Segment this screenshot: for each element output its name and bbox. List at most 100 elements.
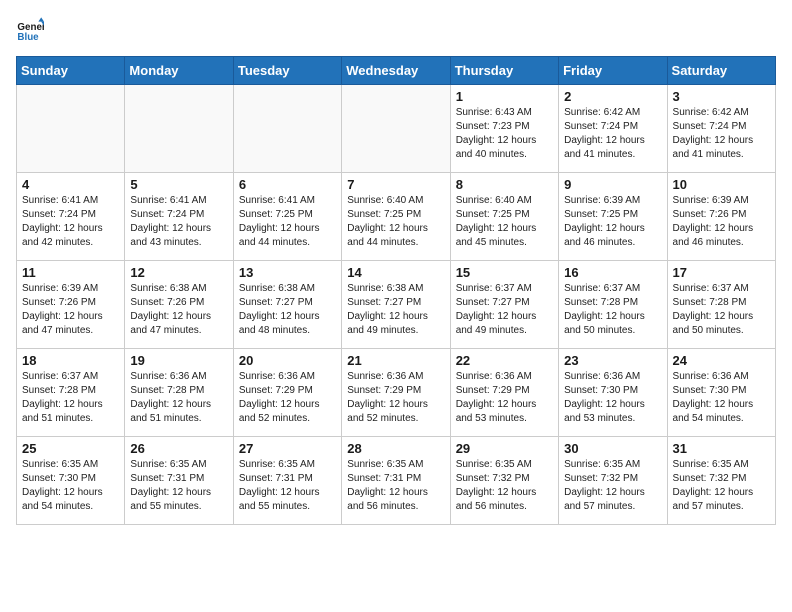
day-number: 12 bbox=[130, 265, 227, 280]
day-header-tuesday: Tuesday bbox=[233, 57, 341, 85]
calendar-cell: 25 Sunrise: 6:35 AM Sunset: 7:30 PM Dayli… bbox=[17, 437, 125, 525]
calendar-cell: 16 Sunrise: 6:37 AM Sunset: 7:28 PM Dayli… bbox=[559, 261, 667, 349]
day-number: 27 bbox=[239, 441, 336, 456]
day-number: 1 bbox=[456, 89, 553, 104]
day-number: 3 bbox=[673, 89, 770, 104]
calendar-cell: 13Sunrise: 6:38 AM Sunset: 7:27 PM Dayli… bbox=[233, 261, 341, 349]
day-info: Sunrise: 6:35 AM Sunset: 7:31 PM Dayligh… bbox=[239, 458, 336, 514]
day-number: 31 bbox=[673, 441, 770, 456]
calendar-cell: 17 Sunrise: 6:37 AM Sunset: 7:28 PM Dayli… bbox=[667, 261, 775, 349]
page-header: General Blue bbox=[16, 16, 776, 44]
logo-icon: General Blue bbox=[16, 16, 44, 44]
calendar-table: SundayMondayTuesdayWednesdayThursdayFrid… bbox=[16, 56, 776, 525]
calendar-cell: 9Sunrise: 6:39 AM Sunset: 7:25 PM Daylig… bbox=[559, 173, 667, 261]
day-info: Sunrise: 6:38 AM Sunset: 7:27 PM Dayligh… bbox=[347, 282, 444, 338]
calendar-cell: 3 Sunrise: 6:42 AM Sunset: 7:24 PM Daylig… bbox=[667, 85, 775, 173]
calendar-cell: 24Sunrise: 6:36 AM Sunset: 7:30 PM Dayli… bbox=[667, 349, 775, 437]
day-info: Sunrise: 6:35 AM Sunset: 7:32 PM Dayligh… bbox=[456, 458, 553, 514]
day-number: 11 bbox=[22, 265, 119, 280]
calendar-cell bbox=[17, 85, 125, 173]
day-header-wednesday: Wednesday bbox=[342, 57, 450, 85]
day-number: 10 bbox=[673, 177, 770, 192]
day-number: 17 bbox=[673, 265, 770, 280]
calendar-week-row: 25 Sunrise: 6:35 AM Sunset: 7:30 PM Dayli… bbox=[17, 437, 776, 525]
day-info: Sunrise: 6:41 AM Sunset: 7:24 PM Dayligh… bbox=[22, 194, 119, 250]
calendar-week-row: 4 Sunrise: 6:41 AM Sunset: 7:24 PM Daylig… bbox=[17, 173, 776, 261]
day-number: 15 bbox=[456, 265, 553, 280]
day-number: 14 bbox=[347, 265, 444, 280]
calendar-cell bbox=[125, 85, 233, 173]
calendar-cell: 20 Sunrise: 6:36 AM Sunset: 7:29 PM Dayli… bbox=[233, 349, 341, 437]
calendar-cell: 18Sunrise: 6:37 AM Sunset: 7:28 PM Dayli… bbox=[17, 349, 125, 437]
calendar-header-row: SundayMondayTuesdayWednesdayThursdayFrid… bbox=[17, 57, 776, 85]
day-number: 30 bbox=[564, 441, 661, 456]
calendar-cell: 10 Sunrise: 6:39 AM Sunset: 7:26 PM Dayli… bbox=[667, 173, 775, 261]
calendar-cell: 23 Sunrise: 6:36 AM Sunset: 7:30 PM Dayli… bbox=[559, 349, 667, 437]
day-number: 28 bbox=[347, 441, 444, 456]
day-info: Sunrise: 6:38 AM Sunset: 7:26 PM Dayligh… bbox=[130, 282, 227, 338]
day-info: Sunrise: 6:37 AM Sunset: 7:28 PM Dayligh… bbox=[564, 282, 661, 338]
day-info: Sunrise: 6:37 AM Sunset: 7:27 PM Dayligh… bbox=[456, 282, 553, 338]
calendar-cell: 5Sunrise: 6:41 AM Sunset: 7:24 PM Daylig… bbox=[125, 173, 233, 261]
day-info: Sunrise: 6:37 AM Sunset: 7:28 PM Dayligh… bbox=[22, 370, 119, 426]
day-number: 22 bbox=[456, 353, 553, 368]
calendar-cell: 29 Sunrise: 6:35 AM Sunset: 7:32 PM Dayli… bbox=[450, 437, 558, 525]
calendar-cell: 12 Sunrise: 6:38 AM Sunset: 7:26 PM Dayli… bbox=[125, 261, 233, 349]
day-info: Sunrise: 6:40 AM Sunset: 7:25 PM Dayligh… bbox=[347, 194, 444, 250]
day-number: 19 bbox=[130, 353, 227, 368]
calendar-cell: 2Sunrise: 6:42 AM Sunset: 7:24 PM Daylig… bbox=[559, 85, 667, 173]
day-number: 16 bbox=[564, 265, 661, 280]
day-number: 8 bbox=[456, 177, 553, 192]
calendar-cell: 21 Sunrise: 6:36 AM Sunset: 7:29 PM Dayli… bbox=[342, 349, 450, 437]
day-header-friday: Friday bbox=[559, 57, 667, 85]
day-info: Sunrise: 6:35 AM Sunset: 7:30 PM Dayligh… bbox=[22, 458, 119, 514]
logo: General Blue bbox=[16, 16, 48, 44]
day-number: 4 bbox=[22, 177, 119, 192]
calendar-cell: 30 Sunrise: 6:35 AM Sunset: 7:32 PM Dayli… bbox=[559, 437, 667, 525]
calendar-week-row: 1 Sunrise: 6:43 AM Sunset: 7:23 PM Daylig… bbox=[17, 85, 776, 173]
day-number: 21 bbox=[347, 353, 444, 368]
day-header-saturday: Saturday bbox=[667, 57, 775, 85]
calendar-cell: 22 Sunrise: 6:36 AM Sunset: 7:29 PM Dayli… bbox=[450, 349, 558, 437]
day-number: 29 bbox=[456, 441, 553, 456]
day-number: 9 bbox=[564, 177, 661, 192]
calendar-cell: 7 Sunrise: 6:40 AM Sunset: 7:25 PM Daylig… bbox=[342, 173, 450, 261]
day-info: Sunrise: 6:35 AM Sunset: 7:32 PM Dayligh… bbox=[564, 458, 661, 514]
day-info: Sunrise: 6:36 AM Sunset: 7:28 PM Dayligh… bbox=[130, 370, 227, 426]
day-number: 7 bbox=[347, 177, 444, 192]
calendar-cell: 19 Sunrise: 6:36 AM Sunset: 7:28 PM Dayli… bbox=[125, 349, 233, 437]
calendar-cell: 27 Sunrise: 6:35 AM Sunset: 7:31 PM Dayli… bbox=[233, 437, 341, 525]
day-header-sunday: Sunday bbox=[17, 57, 125, 85]
day-info: Sunrise: 6:39 AM Sunset: 7:26 PM Dayligh… bbox=[22, 282, 119, 338]
calendar-cell bbox=[342, 85, 450, 173]
day-info: Sunrise: 6:36 AM Sunset: 7:29 PM Dayligh… bbox=[456, 370, 553, 426]
calendar-cell: 31Sunrise: 6:35 AM Sunset: 7:32 PM Dayli… bbox=[667, 437, 775, 525]
calendar-cell: 26 Sunrise: 6:35 AM Sunset: 7:31 PM Dayli… bbox=[125, 437, 233, 525]
calendar-cell: 28 Sunrise: 6:35 AM Sunset: 7:31 PM Dayli… bbox=[342, 437, 450, 525]
day-number: 13 bbox=[239, 265, 336, 280]
day-info: Sunrise: 6:37 AM Sunset: 7:28 PM Dayligh… bbox=[673, 282, 770, 338]
day-number: 20 bbox=[239, 353, 336, 368]
day-number: 26 bbox=[130, 441, 227, 456]
calendar-week-row: 18Sunrise: 6:37 AM Sunset: 7:28 PM Dayli… bbox=[17, 349, 776, 437]
calendar-cell: 14 Sunrise: 6:38 AM Sunset: 7:27 PM Dayli… bbox=[342, 261, 450, 349]
calendar-cell: 1 Sunrise: 6:43 AM Sunset: 7:23 PM Daylig… bbox=[450, 85, 558, 173]
calendar-cell: 15 Sunrise: 6:37 AM Sunset: 7:27 PM Dayli… bbox=[450, 261, 558, 349]
day-info: Sunrise: 6:42 AM Sunset: 7:24 PM Dayligh… bbox=[673, 106, 770, 162]
day-number: 25 bbox=[22, 441, 119, 456]
day-info: Sunrise: 6:41 AM Sunset: 7:25 PM Dayligh… bbox=[239, 194, 336, 250]
day-info: Sunrise: 6:36 AM Sunset: 7:29 PM Dayligh… bbox=[347, 370, 444, 426]
day-info: Sunrise: 6:40 AM Sunset: 7:25 PM Dayligh… bbox=[456, 194, 553, 250]
day-info: Sunrise: 6:39 AM Sunset: 7:26 PM Dayligh… bbox=[673, 194, 770, 250]
day-number: 23 bbox=[564, 353, 661, 368]
day-info: Sunrise: 6:43 AM Sunset: 7:23 PM Dayligh… bbox=[456, 106, 553, 162]
day-number: 2 bbox=[564, 89, 661, 104]
day-number: 24 bbox=[673, 353, 770, 368]
day-info: Sunrise: 6:35 AM Sunset: 7:31 PM Dayligh… bbox=[130, 458, 227, 514]
day-number: 6 bbox=[239, 177, 336, 192]
calendar-cell: 6 Sunrise: 6:41 AM Sunset: 7:25 PM Daylig… bbox=[233, 173, 341, 261]
day-info: Sunrise: 6:36 AM Sunset: 7:30 PM Dayligh… bbox=[564, 370, 661, 426]
calendar-cell: 11 Sunrise: 6:39 AM Sunset: 7:26 PM Dayli… bbox=[17, 261, 125, 349]
day-info: Sunrise: 6:35 AM Sunset: 7:31 PM Dayligh… bbox=[347, 458, 444, 514]
day-info: Sunrise: 6:36 AM Sunset: 7:29 PM Dayligh… bbox=[239, 370, 336, 426]
